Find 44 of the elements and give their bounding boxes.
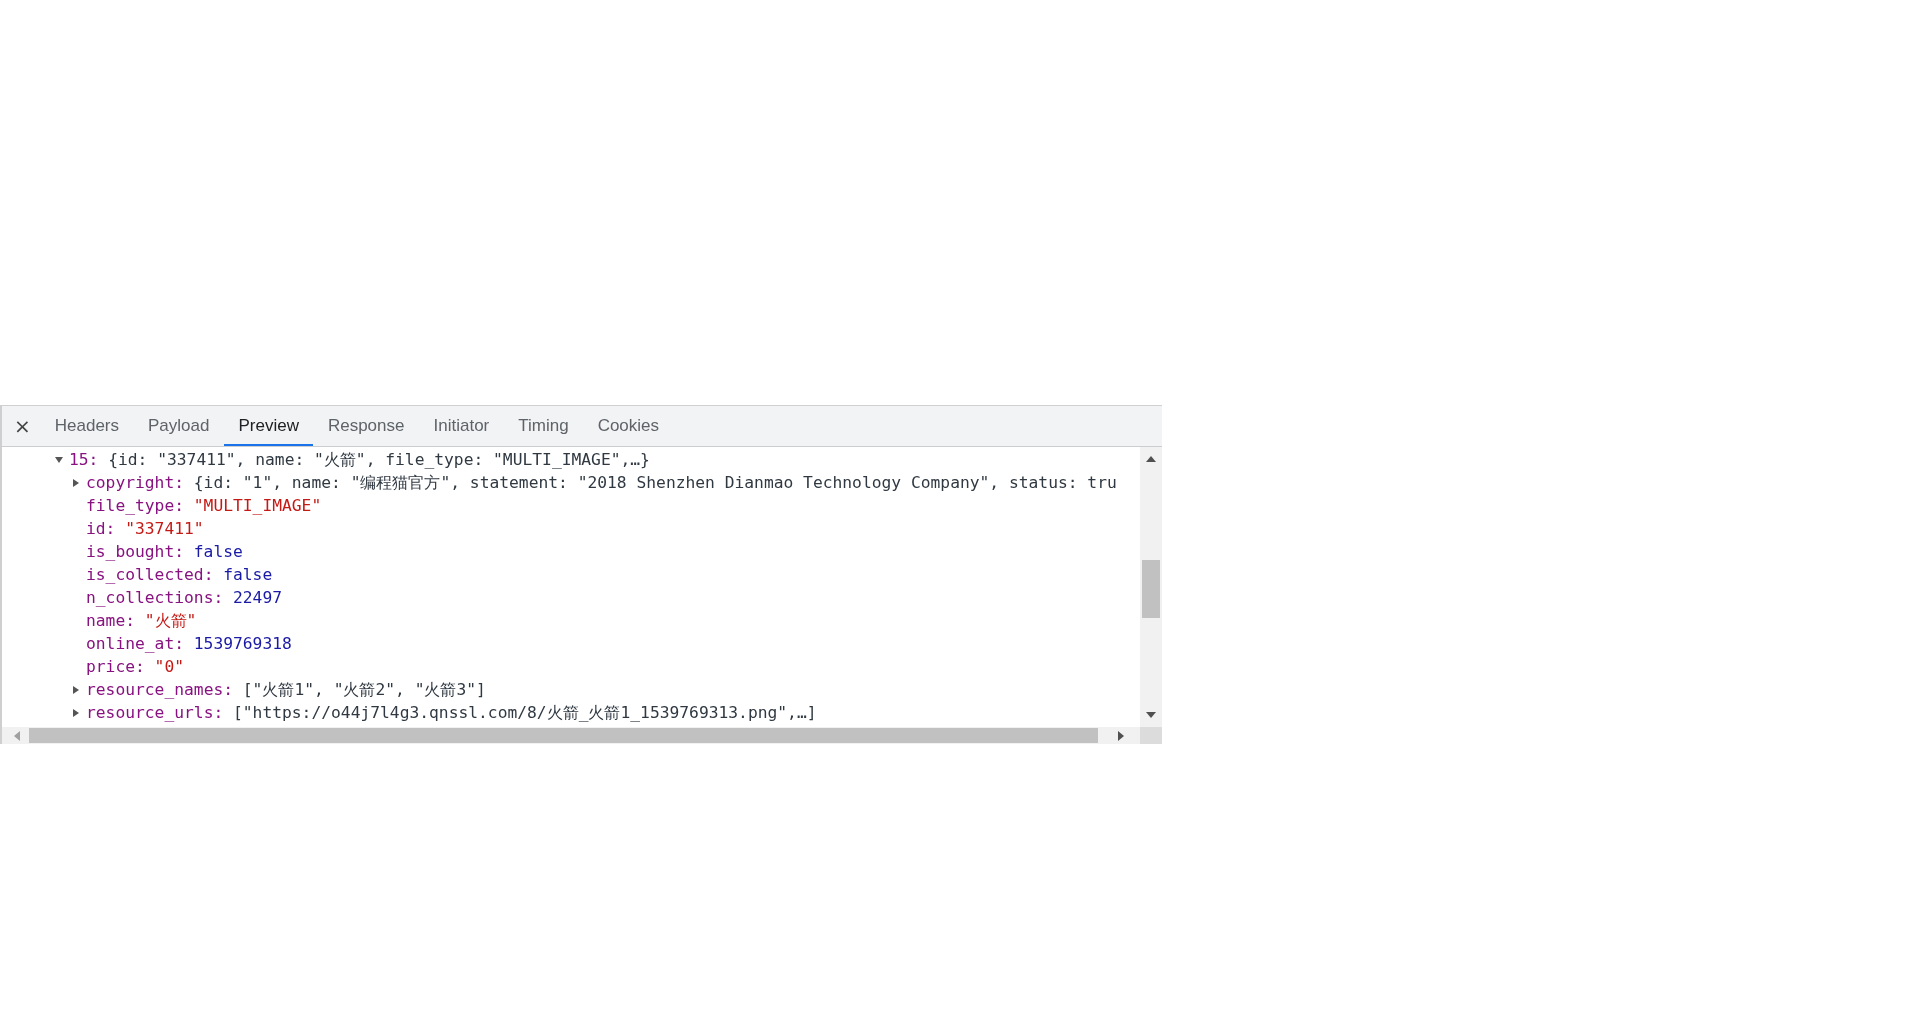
property-key: resource_urls:: [86, 703, 224, 722]
tab[interactable]: Cookies: [583, 406, 674, 446]
property-key: file_type:: [86, 496, 185, 515]
property-key: online_at:: [86, 634, 185, 653]
scroll-right-icon[interactable]: [1118, 730, 1124, 741]
horizontal-scrollbar[interactable]: [2, 727, 1140, 744]
caret-right-icon[interactable]: [71, 707, 81, 718]
property-key: copyright:: [86, 473, 185, 492]
tab[interactable]: Timing: [504, 406, 583, 446]
tab[interactable]: Initiator: [419, 406, 504, 446]
property-value: "337411": [125, 519, 204, 538]
property-value: 1539769318: [193, 634, 292, 653]
property-value: "火箭": [144, 609, 197, 632]
scrollbar-corner: [1140, 727, 1162, 744]
tab[interactable]: Headers: [40, 406, 134, 446]
property-key: price:: [86, 657, 145, 676]
property-value: false: [223, 565, 273, 584]
tab[interactable]: Preview: [224, 406, 313, 446]
property-value: ["https://o44j7l4g3.qnssl.com/8/火箭_火箭1_1539769313.png",…]: [233, 701, 817, 724]
property-value: {id: "1", name: "编程猫官方", statement: "2018 Shenzhen Dianmao Technology Company", status: tru: [193, 471, 1117, 494]
property-key: is_bought:: [86, 542, 185, 561]
property-value: {id: "337411", name: "火箭", file_type: "MULTI_IMAGE",…}: [108, 448, 650, 471]
scroll-thumb[interactable]: [29, 728, 1098, 743]
scroll-thumb[interactable]: [1142, 560, 1160, 618]
property-value: "0": [154, 657, 184, 676]
scroll-down-icon[interactable]: [1146, 712, 1156, 718]
property-key: is_collected:: [86, 565, 214, 584]
caret-right-icon[interactable]: [71, 684, 81, 695]
property-value: 22497: [233, 588, 282, 607]
property-key: resource_names:: [86, 680, 234, 699]
caret-down-icon[interactable]: [54, 454, 64, 465]
property-value: false: [193, 542, 243, 561]
tab[interactable]: Payload: [134, 406, 224, 446]
caret-right-icon[interactable]: [71, 477, 81, 488]
property-key: id:: [86, 519, 116, 538]
vertical-scrollbar[interactable]: [1140, 447, 1162, 727]
property-key: n_collections:: [86, 588, 224, 607]
property-key: 15:: [69, 450, 99, 469]
property-value: ["火箭1", "火箭2", "火箭3"]: [242, 678, 486, 701]
tab[interactable]: Response: [313, 406, 419, 446]
property-value: "MULTI_IMAGE": [193, 496, 322, 515]
property-key: name:: [86, 611, 135, 630]
close-button[interactable]: ×: [2, 406, 41, 446]
scroll-up-icon[interactable]: [1146, 456, 1156, 462]
